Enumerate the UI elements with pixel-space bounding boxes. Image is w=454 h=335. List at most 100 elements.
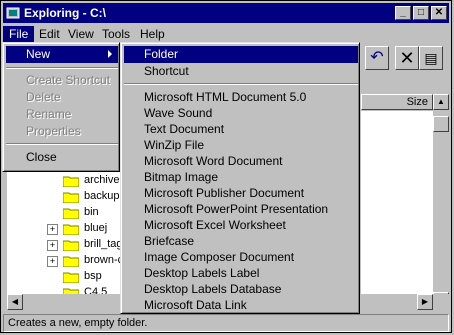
toolbar: ↶ ✕ ▤ bbox=[361, 46, 451, 74]
properties-icon: ▤ bbox=[424, 50, 438, 66]
tree-item-label: bin bbox=[84, 206, 99, 218]
menu-file[interactable]: File bbox=[3, 26, 35, 42]
menu-item-label: Text Document bbox=[144, 122, 225, 136]
scroll-left-button[interactable]: ◀ bbox=[7, 294, 23, 310]
expand-icon[interactable]: + bbox=[47, 256, 58, 267]
tree-item-label: bluej bbox=[84, 222, 108, 234]
minimize-button[interactable]: _ bbox=[395, 6, 411, 20]
submenu-item-folder[interactable]: Folder bbox=[124, 46, 358, 63]
vertical-scrollbar[interactable]: ▲ ▼ bbox=[433, 94, 449, 308]
folder-icon bbox=[63, 272, 79, 283]
menu-view[interactable]: View bbox=[62, 26, 100, 42]
menu-item-label: Folder bbox=[144, 47, 179, 61]
folder-icon bbox=[63, 240, 79, 251]
menu-item-label: Image Composer Document bbox=[144, 250, 295, 264]
title-bar[interactable]: Exploring - C:\ _ □ ✕ bbox=[3, 3, 449, 23]
expand-icon[interactable]: + bbox=[47, 224, 58, 235]
menu-item-label: Wave Sound bbox=[144, 106, 213, 120]
menu-item-close[interactable]: Close bbox=[6, 149, 118, 166]
folder-tree[interactable]: archive backup bin + bluej + brill_tag +… bbox=[7, 165, 121, 309]
menu-item-label: Microsoft Excel Worksheet bbox=[144, 218, 286, 232]
submenu-item[interactable]: Briefcase bbox=[124, 233, 358, 250]
menu-item-label: Microsoft Publisher Document bbox=[144, 186, 305, 200]
tree-item[interactable]: bin bbox=[7, 205, 121, 221]
tree-item[interactable]: backup bbox=[7, 189, 121, 205]
menu-item-label: Shortcut bbox=[144, 64, 189, 78]
column-header-size[interactable]: Size bbox=[361, 94, 433, 110]
delete-button[interactable]: ✕ bbox=[395, 46, 419, 70]
menu-separator bbox=[124, 83, 358, 85]
tree-item[interactable]: bsp bbox=[7, 269, 121, 285]
submenu-item[interactable]: Microsoft Data Link bbox=[124, 297, 358, 314]
folder-icon bbox=[63, 192, 79, 203]
submenu-arrow-icon bbox=[108, 50, 112, 58]
menu-item-label: Microsoft PowerPoint Presentation bbox=[144, 202, 329, 216]
maximize-button[interactable]: □ bbox=[413, 6, 429, 20]
submenu-item[interactable]: Image Composer Document bbox=[124, 249, 358, 266]
window-title: Exploring - C:\ bbox=[24, 6, 106, 20]
submenu-item[interactable]: WinZip File bbox=[124, 137, 358, 154]
folder-icon bbox=[63, 208, 79, 219]
menu-separator bbox=[6, 67, 118, 69]
folder-icon bbox=[63, 224, 79, 235]
tree-item[interactable]: + brown-c bbox=[7, 253, 121, 269]
submenu-item[interactable]: Microsoft PowerPoint Presentation bbox=[124, 201, 358, 218]
tree-item-label: brill_tag bbox=[84, 238, 121, 250]
submenu-item[interactable]: Bitmap Image bbox=[124, 169, 358, 186]
tree-item[interactable]: + bluej bbox=[7, 221, 121, 237]
menu-tools[interactable]: Tools bbox=[96, 26, 136, 42]
submenu-item-shortcut[interactable]: Shortcut bbox=[124, 63, 358, 80]
tree-item[interactable]: + brill_tag bbox=[7, 237, 121, 253]
scroll-thumb[interactable] bbox=[433, 116, 449, 132]
submenu-item[interactable]: Microsoft Excel Worksheet bbox=[124, 217, 358, 234]
menu-item-label: Rename bbox=[26, 107, 72, 121]
expand-icon[interactable]: + bbox=[47, 240, 58, 251]
status-bar: Creates a new, empty folder. bbox=[3, 314, 449, 332]
tree-item-label: brown-c bbox=[84, 254, 121, 266]
menu-item-label: Close bbox=[26, 150, 57, 164]
properties-button[interactable]: ▤ bbox=[419, 46, 443, 70]
tree-item[interactable]: archive bbox=[7, 173, 121, 189]
scroll-right-button[interactable]: ▶ bbox=[417, 294, 433, 310]
menu-edit[interactable]: Edit bbox=[33, 26, 66, 42]
menu-item-properties[interactable]: Properties bbox=[6, 123, 118, 140]
menu-item-delete[interactable]: Delete bbox=[6, 89, 118, 106]
tree-item-label: bsp bbox=[84, 270, 102, 282]
menu-separator bbox=[6, 143, 118, 145]
menu-item-label: Desktop Labels Database bbox=[144, 282, 282, 296]
submenu-item[interactable]: Desktop Labels Label bbox=[124, 265, 358, 282]
menu-bar: File Edit View Tools Help bbox=[3, 24, 449, 43]
scroll-up-button[interactable]: ▲ bbox=[433, 94, 449, 110]
folder-icon bbox=[63, 256, 79, 267]
menu-help[interactable]: Help bbox=[134, 26, 171, 42]
delete-icon: ✕ bbox=[399, 48, 415, 68]
menu-item-new[interactable]: New bbox=[6, 46, 118, 63]
menu-item-rename[interactable]: Rename bbox=[6, 106, 118, 123]
file-menu: New Create Shortcut Delete Rename Proper… bbox=[2, 42, 120, 172]
menu-item-label: Create Shortcut bbox=[26, 73, 111, 87]
menu-item-label: Properties bbox=[26, 124, 81, 138]
submenu-item[interactable]: Wave Sound bbox=[124, 105, 358, 122]
menu-item-create-shortcut[interactable]: Create Shortcut bbox=[6, 72, 118, 89]
file-list-pane[interactable] bbox=[361, 111, 433, 309]
status-text: Creates a new, empty folder. bbox=[8, 317, 148, 329]
menu-item-label: Delete bbox=[26, 90, 61, 104]
submenu-item[interactable]: Microsoft Word Document bbox=[124, 153, 358, 170]
submenu-item[interactable]: Desktop Labels Database bbox=[124, 281, 358, 298]
menu-item-label: Microsoft Word Document bbox=[144, 154, 283, 168]
menu-item-label: Desktop Labels Label bbox=[144, 266, 260, 280]
tree-item-label: backup bbox=[84, 190, 120, 202]
menu-item-label: WinZip File bbox=[144, 138, 205, 152]
submenu-item[interactable]: Microsoft HTML Document 5.0 bbox=[124, 89, 358, 106]
undo-button[interactable]: ↶ bbox=[365, 46, 389, 70]
size-header-label: Size bbox=[406, 96, 428, 108]
menu-item-new-label: New bbox=[26, 47, 51, 61]
undo-icon: ↶ bbox=[370, 49, 384, 66]
tree-item-label: archive bbox=[84, 174, 120, 186]
submenu-item[interactable]: Microsoft Publisher Document bbox=[124, 185, 358, 202]
submenu-item[interactable]: Text Document bbox=[124, 121, 358, 138]
close-button[interactable]: ✕ bbox=[431, 6, 447, 20]
menu-item-label: Microsoft Data Link bbox=[144, 298, 247, 312]
explorer-icon bbox=[6, 7, 20, 19]
menu-item-label: Microsoft HTML Document 5.0 bbox=[144, 90, 307, 104]
